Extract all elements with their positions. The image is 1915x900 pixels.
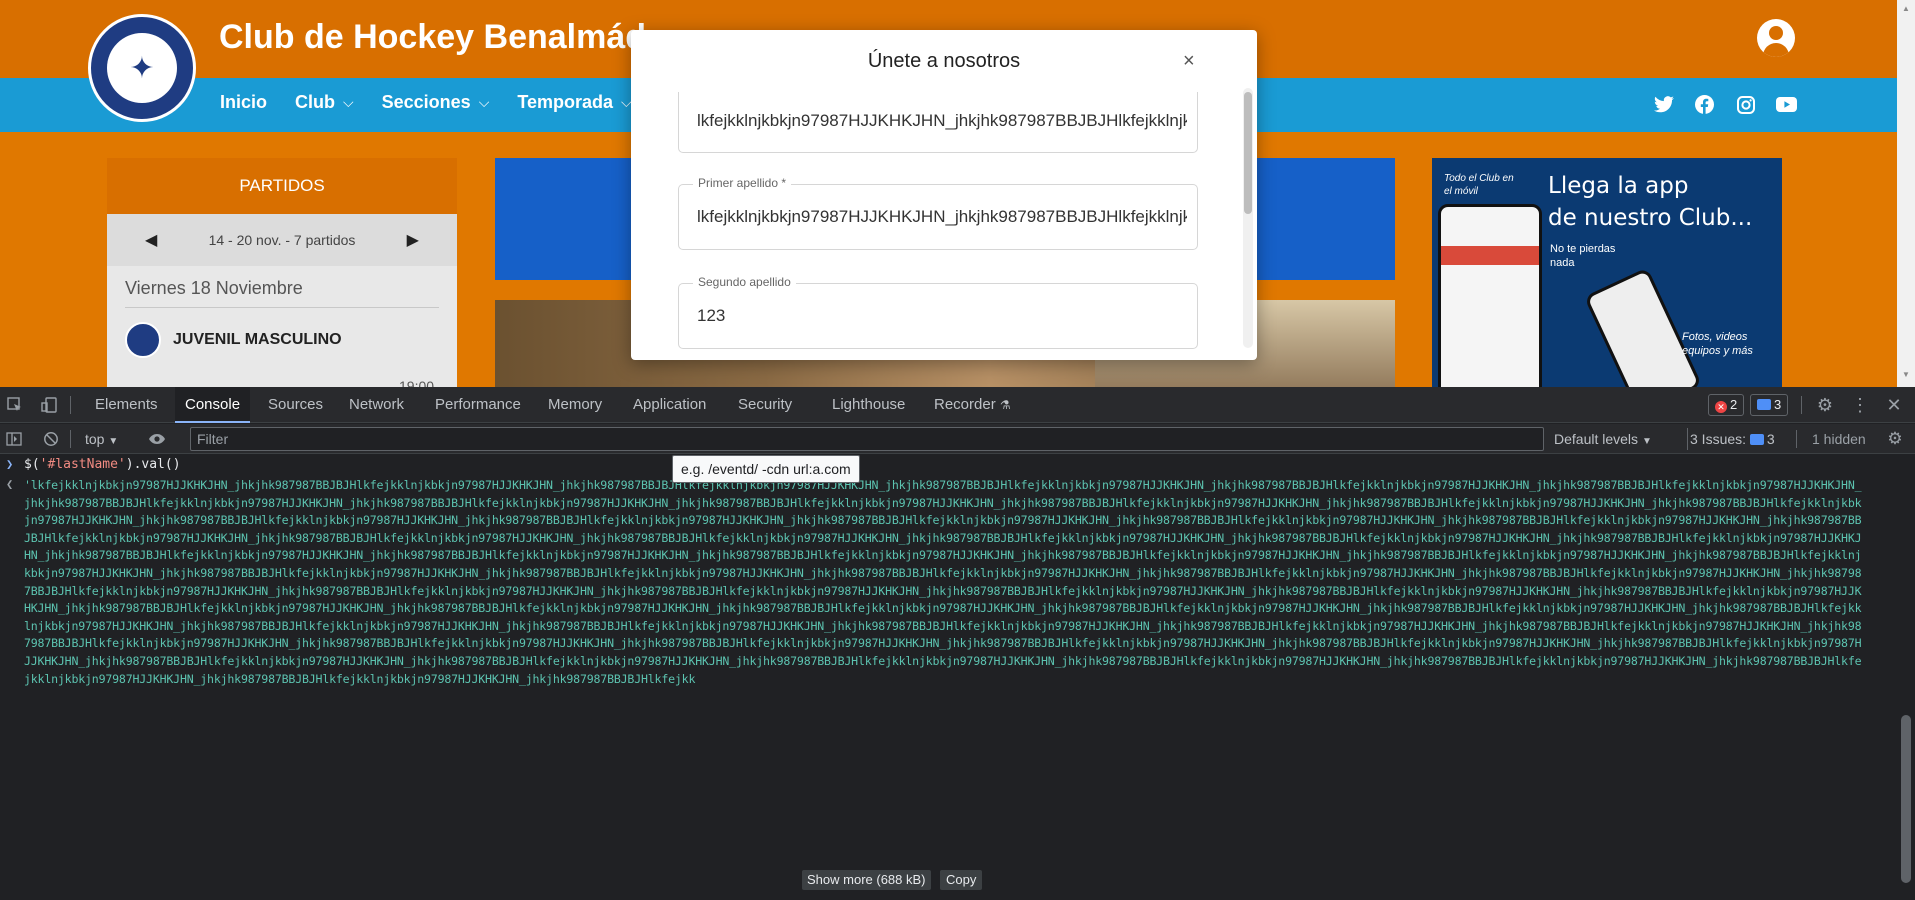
console-toolbar: top ▼ Filter Default levels ▼ 3 Issues: … (0, 424, 1915, 454)
instagram-icon[interactable] (1735, 94, 1756, 115)
second-surname-label: Segundo apellido (693, 275, 796, 289)
dropdown-arrow-icon: ▼ (1641, 436, 1652, 447)
first-surname-field[interactable]: Primer apellido * lkfejkklnjkbkjn97987HJ… (678, 176, 1198, 250)
tab-lighthouse[interactable]: Lighthouse (832, 387, 905, 423)
phone-image (1583, 267, 1703, 387)
clear-console-icon[interactable] (42, 430, 60, 448)
console-output[interactable]: ❯ $('#lastName').val() ❮ 'lkfejkklnjkbkj… (0, 455, 1897, 900)
user-account-icon[interactable] (1757, 19, 1795, 57)
phone-image (1438, 204, 1542, 387)
tab-elements[interactable]: Elements (95, 387, 158, 423)
log-levels-dropdown[interactable]: Default levels ▼ (1554, 431, 1652, 447)
tab-security[interactable]: Security (738, 387, 792, 423)
partidos-title: PARTIDOS (107, 158, 457, 214)
chevron-down-icon: ⌵ (478, 94, 490, 110)
match-team: JUVENIL MASCULINO (173, 331, 342, 348)
second-surname-input[interactable]: 123 (697, 306, 1187, 326)
tab-network[interactable]: Network (349, 387, 404, 423)
error-count-badge[interactable]: ✕ 2 (1708, 394, 1745, 416)
facebook-icon[interactable] (1694, 94, 1715, 115)
ad-title: Llega la app de nuestro Club... (1548, 173, 1753, 231)
chevron-left-icon[interactable]: ◀ (145, 230, 157, 250)
twitter-icon[interactable] (1653, 94, 1674, 115)
live-expression-eye-icon[interactable] (148, 430, 166, 448)
close-icon[interactable]: × (1183, 50, 1195, 73)
social-links (1653, 94, 1797, 115)
nav-item-club[interactable]: Club ⌵ (295, 92, 354, 113)
main-nav: Inicio Club ⌵ Secciones ⌵ Temporada ⌵ (220, 92, 632, 113)
team-logo (125, 322, 161, 358)
issues-button[interactable]: 3 Issues: 3 (1690, 431, 1775, 447)
ad-tagline: Todo el Club en el móvil (1444, 173, 1514, 197)
join-modal: Únete a nosotros × lkfejkklnjkbkjn97987H… (631, 30, 1257, 360)
tab-recorder[interactable]: Recorder ⚗ (934, 387, 1011, 423)
partidos-day: Viernes 18 Noviembre (125, 278, 439, 308)
second-surname-field[interactable]: Segundo apellido 123 (678, 275, 1198, 349)
modal-scrollbar[interactable] (1243, 88, 1253, 348)
club-logo-emblem: ✦ (107, 33, 177, 103)
prompt-chevron-icon: ❯ (6, 457, 14, 471)
message-icon (1749, 434, 1764, 445)
club-logo[interactable]: ✦ (88, 14, 196, 122)
youtube-icon[interactable] (1776, 94, 1797, 115)
tab-application[interactable]: Application (633, 387, 706, 423)
first-surname-input[interactable]: lkfejkklnjkbkjn97987HJJKHKJHN_jhkjhk9879… (697, 207, 1187, 227)
filter-input[interactable]: Filter (190, 427, 1544, 451)
hidden-messages-count: 1 hidden (1812, 431, 1866, 447)
nav-item-inicio[interactable]: Inicio (220, 92, 267, 113)
website-viewport: ✦ Club de Hockey Benalmád Inicio Club ⌵ S… (0, 0, 1915, 387)
console-result-string[interactable]: 'lkfejkklnjkbkjn97987HJJKHKJHN_jhkjhk987… (24, 477, 1868, 887)
tab-console[interactable]: Console (175, 387, 251, 423)
partidos-widget: PARTIDOS ◀ 14 - 20 nov. - 7 partidos ▶ V… (107, 158, 457, 387)
devtools-tabbar: Elements Console Sources Network Perform… (0, 387, 1915, 423)
more-options-icon[interactable]: ⋮ (1851, 395, 1869, 415)
tab-performance[interactable]: Performance (435, 387, 521, 423)
tab-sources[interactable]: Sources (268, 387, 323, 423)
dropdown-arrow-icon: ▼ (108, 436, 119, 447)
ad-subtitle: No te pierdas nada (1550, 243, 1616, 269)
context-selector[interactable]: top ▼ (85, 431, 118, 447)
nav-item-secciones[interactable]: Secciones ⌵ (382, 92, 490, 113)
close-devtools-icon[interactable]: ✕ (1885, 395, 1903, 415)
partidos-range: 14 - 20 nov. - 7 partidos (208, 232, 356, 248)
devtools-panel: Elements Console Sources Network Perform… (0, 387, 1915, 900)
match-time: 19:00 (399, 378, 435, 387)
name-input[interactable]: lkfejkklnjkbkjn97987HJJKHKJHN_jhkjhk9879… (697, 111, 1187, 131)
name-field[interactable]: lkfejkklnjkbkjn97987HJJKHKJHN_jhkjhk9879… (678, 92, 1198, 153)
chevron-right-icon[interactable]: ▶ (407, 230, 419, 250)
filter-tooltip: e.g. /eventd/ -cdn url:a.com (672, 455, 860, 483)
modal-title: Únete a nosotros (867, 50, 1021, 72)
ad-footer-text: Fotos, videos equipos y más (1682, 331, 1753, 357)
console-scrollbar[interactable] (1897, 455, 1915, 900)
sidebar-toggle-icon[interactable] (5, 430, 23, 448)
inspect-element-icon[interactable] (6, 396, 24, 414)
nav-item-temporada[interactable]: Temporada ⌵ (517, 92, 631, 113)
partidos-week-nav: ◀ 14 - 20 nov. - 7 partidos ▶ (107, 214, 457, 266)
flask-icon: ⚗ (999, 398, 1011, 412)
console-command-line: ❯ $('#lastName').val() (6, 457, 181, 472)
result-arrow-icon: ❮ (6, 477, 14, 491)
page-scrollbar[interactable]: ▲ ▼ (1897, 0, 1915, 387)
settings-gear-icon[interactable]: ⚙ (1816, 395, 1834, 415)
first-surname-label: Primer apellido * (693, 176, 792, 190)
message-icon (1757, 399, 1771, 410)
message-count-badge[interactable]: 3 (1750, 394, 1789, 416)
chevron-down-icon: ⌵ (343, 94, 354, 110)
console-settings-gear-icon[interactable]: ⚙ (1886, 429, 1904, 448)
show-more-button[interactable]: Show more (688 kB) (802, 870, 931, 890)
copy-button[interactable]: Copy (940, 870, 983, 890)
app-promo-banner[interactable]: Todo el Club en el móvil Llega la app de… (1432, 158, 1782, 387)
tab-memory[interactable]: Memory (548, 387, 602, 423)
issues-divider (1687, 428, 1688, 450)
site-title[interactable]: Club de Hockey Benalmád (219, 18, 646, 57)
device-toolbar-icon[interactable] (40, 396, 58, 414)
match-item[interactable]: JUVENIL MASCULINO (125, 322, 439, 358)
error-icon: ✕ (1715, 401, 1727, 413)
